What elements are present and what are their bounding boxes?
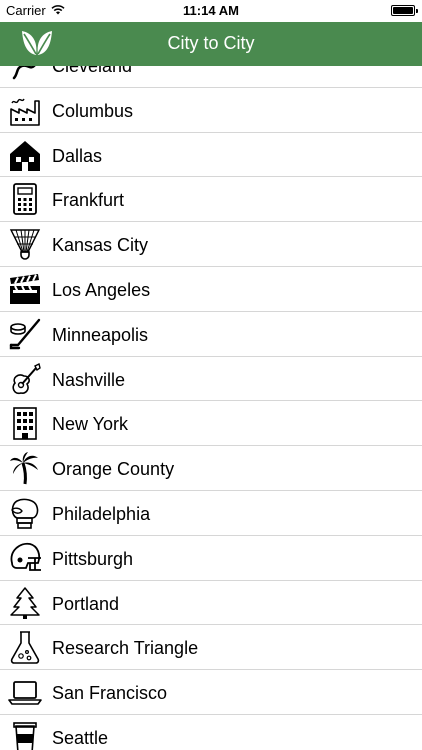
city-row[interactable]: Portland [0, 581, 422, 626]
page-title: City to City [167, 33, 255, 53]
coffee-cup-icon [8, 720, 42, 750]
palm-tree-icon [8, 451, 42, 485]
city-label: Research Triangle [52, 638, 199, 659]
pine-tree-icon [8, 586, 42, 620]
city-row[interactable]: Dallas [0, 133, 422, 178]
city-label: Minneapolis [52, 324, 149, 345]
city-label: Philadelphia [52, 503, 151, 524]
city-row[interactable]: Kansas City [0, 222, 422, 267]
shuttlecock-icon [8, 227, 42, 261]
city-row[interactable]: Los Angeles [0, 267, 422, 312]
city-row[interactable]: Columbus [0, 88, 422, 133]
city-label: Kansas City [52, 235, 149, 256]
city-label: Cleveland [52, 66, 133, 76]
city-row[interactable]: Research Triangle [0, 625, 422, 671]
city-label: San Francisco [52, 683, 168, 704]
boxing-glove-icon [8, 496, 42, 530]
city-row[interactable]: New York [0, 401, 422, 447]
guitar-cable-icon [8, 66, 42, 82]
city-label: Portland [52, 593, 120, 614]
city-row[interactable]: Pittsburgh [0, 536, 422, 581]
office-building-icon [8, 406, 42, 441]
guitar-icon [8, 362, 42, 396]
city-label: Dallas [52, 145, 103, 166]
clapperboard-icon [8, 272, 42, 306]
city-row[interactable]: San Francisco [0, 670, 422, 715]
factory-icon [8, 93, 42, 127]
city-label: Los Angeles [52, 279, 151, 300]
laptop-icon [8, 675, 42, 709]
battery-icon [391, 5, 418, 16]
football-helmet-icon [8, 541, 42, 575]
city-label: Columbus [52, 100, 134, 121]
city-list[interactable]: Cleveland Columbus Dallas Frankfurt Kansas C… [0, 66, 422, 750]
city-row[interactable]: Seattle [0, 715, 422, 750]
house-icon [8, 138, 42, 172]
calculator-icon [8, 182, 42, 216]
city-row[interactable]: Orange County [0, 446, 422, 491]
city-label: New York [52, 414, 129, 435]
city-label: Nashville [52, 369, 126, 390]
city-row[interactable]: Cleveland [0, 66, 422, 88]
flask-icon [8, 630, 42, 665]
hockey-stick-puck-icon [8, 317, 42, 351]
city-row[interactable]: Nashville [0, 357, 422, 402]
navigation-bar: City to City [0, 22, 422, 66]
city-rows: Cleveland Columbus Dallas Frankfurt Kansas C… [0, 66, 422, 750]
city-row[interactable]: Frankfurt [0, 177, 422, 223]
city-label: Frankfurt [52, 190, 125, 211]
status-bar: Carrier 11:14 AM [0, 0, 422, 22]
city-label: Seattle [52, 727, 109, 748]
city-row[interactable]: Minneapolis [0, 312, 422, 357]
city-row[interactable]: Philadelphia [0, 491, 422, 536]
city-label: Pittsburgh [52, 548, 134, 569]
status-time: 11:14 AM [183, 3, 239, 18]
city-label: Orange County [52, 459, 175, 480]
